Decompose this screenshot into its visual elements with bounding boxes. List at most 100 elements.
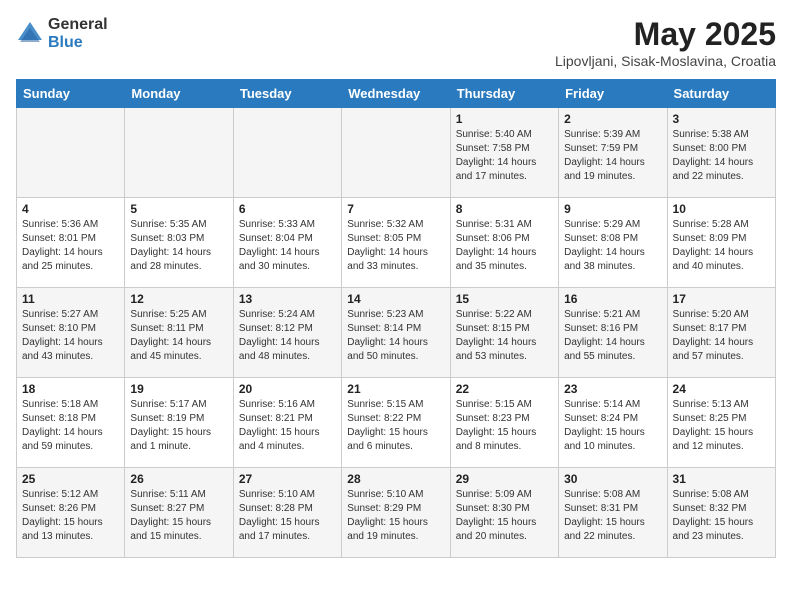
week-row-3: 11 Sunrise: 5:27 AM Sunset: 8:10 PM Dayli… — [17, 288, 776, 378]
day-number: 24 — [673, 382, 770, 396]
day-cell: 15 Sunrise: 5:22 AM Sunset: 8:15 PM Dayli… — [450, 288, 558, 378]
logo-icon — [16, 20, 44, 48]
day-number: 3 — [673, 112, 770, 126]
day-number: 29 — [456, 472, 553, 486]
day-number: 13 — [239, 292, 336, 306]
day-number: 28 — [347, 472, 444, 486]
day-info: Sunrise: 5:13 AM Sunset: 8:25 PM Dayligh… — [673, 398, 770, 454]
day-number: 14 — [347, 292, 444, 306]
day-info: Sunrise: 5:38 AM Sunset: 8:00 PM Dayligh… — [673, 128, 770, 184]
day-cell: 8 Sunrise: 5:31 AM Sunset: 8:06 PM Daylig… — [450, 198, 558, 288]
day-cell: 4 Sunrise: 5:36 AM Sunset: 8:01 PM Daylig… — [17, 198, 125, 288]
day-number: 10 — [673, 202, 770, 216]
day-info: Sunrise: 5:28 AM Sunset: 8:09 PM Dayligh… — [673, 218, 770, 274]
col-friday: Friday — [559, 80, 667, 108]
calendar-header: Sunday Monday Tuesday Wednesday Thursday… — [17, 80, 776, 108]
day-cell: 3 Sunrise: 5:38 AM Sunset: 8:00 PM Daylig… — [667, 108, 775, 198]
day-cell: 19 Sunrise: 5:17 AM Sunset: 8:19 PM Dayli… — [125, 378, 233, 468]
calendar-title: May 2025 — [555, 16, 776, 53]
week-row-5: 25Sunrise: 5:12 AM Sunset: 8:26 PM Dayli… — [17, 468, 776, 558]
calendar-body: 1 Sunrise: 5:40 AM Sunset: 7:58 PM Daylig… — [17, 108, 776, 558]
day-cell: 7Sunrise: 5:32 AM Sunset: 8:05 PM Daylig… — [342, 198, 450, 288]
day-number: 23 — [564, 382, 661, 396]
day-info: Sunrise: 5:21 AM Sunset: 8:16 PM Dayligh… — [564, 308, 661, 364]
day-number: 20 — [239, 382, 336, 396]
day-cell: 17Sunrise: 5:20 AM Sunset: 8:17 PM Dayli… — [667, 288, 775, 378]
day-cell: 23 Sunrise: 5:14 AM Sunset: 8:24 PM Dayli… — [559, 378, 667, 468]
col-monday: Monday — [125, 80, 233, 108]
day-number: 6 — [239, 202, 336, 216]
day-info: Sunrise: 5:40 AM Sunset: 7:58 PM Dayligh… — [456, 128, 553, 184]
day-info: Sunrise: 5:17 AM Sunset: 8:19 PM Dayligh… — [130, 398, 227, 454]
day-number: 11 — [22, 292, 119, 306]
day-info: Sunrise: 5:29 AM Sunset: 8:08 PM Dayligh… — [564, 218, 661, 274]
day-info: Sunrise: 5:27 AM Sunset: 8:10 PM Dayligh… — [22, 308, 119, 364]
day-number: 19 — [130, 382, 227, 396]
title-block: May 2025 Lipovljani, Sisak-Moslavina, Cr… — [555, 16, 776, 69]
day-number: 12 — [130, 292, 227, 306]
day-number: 21 — [347, 382, 444, 396]
day-info: Sunrise: 5:08 AM Sunset: 8:31 PM Dayligh… — [564, 488, 661, 544]
day-cell: 26 Sunrise: 5:11 AM Sunset: 8:27 PM Dayli… — [125, 468, 233, 558]
day-info: Sunrise: 5:23 AM Sunset: 8:14 PM Dayligh… — [347, 308, 444, 364]
day-cell: 6 Sunrise: 5:33 AM Sunset: 8:04 PM Daylig… — [233, 198, 341, 288]
day-cell: 18 Sunrise: 5:18 AM Sunset: 8:18 PM Dayli… — [17, 378, 125, 468]
day-number: 31 — [673, 472, 770, 486]
week-row-2: 4 Sunrise: 5:36 AM Sunset: 8:01 PM Daylig… — [17, 198, 776, 288]
day-number: 9 — [564, 202, 661, 216]
day-cell: 13Sunrise: 5:24 AM Sunset: 8:12 PM Dayli… — [233, 288, 341, 378]
day-cell: 14 Sunrise: 5:23 AM Sunset: 8:14 PM Dayli… — [342, 288, 450, 378]
day-number: 2 — [564, 112, 661, 126]
day-cell: 12 Sunrise: 5:25 AM Sunset: 8:11 PM Dayli… — [125, 288, 233, 378]
day-cell: 27Sunrise: 5:10 AM Sunset: 8:28 PM Dayli… — [233, 468, 341, 558]
day-cell: 24 Sunrise: 5:13 AM Sunset: 8:25 PM Dayli… — [667, 378, 775, 468]
day-cell: 30 Sunrise: 5:08 AM Sunset: 8:31 PM Dayli… — [559, 468, 667, 558]
day-info: Sunrise: 5:10 AM Sunset: 8:29 PM Dayligh… — [347, 488, 444, 544]
col-saturday: Saturday — [667, 80, 775, 108]
day-number: 22 — [456, 382, 553, 396]
day-number: 4 — [22, 202, 119, 216]
day-info: Sunrise: 5:33 AM Sunset: 8:04 PM Dayligh… — [239, 218, 336, 274]
day-info: Sunrise: 5:15 AM Sunset: 8:22 PM Dayligh… — [347, 398, 444, 454]
day-number: 30 — [564, 472, 661, 486]
day-info: Sunrise: 5:15 AM Sunset: 8:23 PM Dayligh… — [456, 398, 553, 454]
col-thursday: Thursday — [450, 80, 558, 108]
day-info: Sunrise: 5:32 AM Sunset: 8:05 PM Dayligh… — [347, 218, 444, 274]
day-number: 26 — [130, 472, 227, 486]
day-info: Sunrise: 5:18 AM Sunset: 8:18 PM Dayligh… — [22, 398, 119, 454]
day-info: Sunrise: 5:11 AM Sunset: 8:27 PM Dayligh… — [130, 488, 227, 544]
col-tuesday: Tuesday — [233, 80, 341, 108]
day-info: Sunrise: 5:25 AM Sunset: 8:11 PM Dayligh… — [130, 308, 227, 364]
day-cell: 28 Sunrise: 5:10 AM Sunset: 8:29 PM Dayli… — [342, 468, 450, 558]
day-info: Sunrise: 5:09 AM Sunset: 8:30 PM Dayligh… — [456, 488, 553, 544]
day-info: Sunrise: 5:12 AM Sunset: 8:26 PM Dayligh… — [22, 488, 119, 544]
col-wednesday: Wednesday — [342, 80, 450, 108]
day-cell: 2 Sunrise: 5:39 AM Sunset: 7:59 PM Daylig… — [559, 108, 667, 198]
day-number: 16 — [564, 292, 661, 306]
day-info: Sunrise: 5:31 AM Sunset: 8:06 PM Dayligh… — [456, 218, 553, 274]
week-row-4: 18 Sunrise: 5:18 AM Sunset: 8:18 PM Dayli… — [17, 378, 776, 468]
logo: General Blue — [16, 16, 108, 51]
day-info: Sunrise: 5:22 AM Sunset: 8:15 PM Dayligh… — [456, 308, 553, 364]
day-number: 1 — [456, 112, 553, 126]
day-number: 8 — [456, 202, 553, 216]
day-number: 18 — [22, 382, 119, 396]
day-cell: 31Sunrise: 5:08 AM Sunset: 8:32 PM Dayli… — [667, 468, 775, 558]
day-cell: 22 Sunrise: 5:15 AM Sunset: 8:23 PM Dayli… — [450, 378, 558, 468]
day-cell: 1 Sunrise: 5:40 AM Sunset: 7:58 PM Daylig… — [450, 108, 558, 198]
col-sunday: Sunday — [17, 80, 125, 108]
logo-blue: Blue — [48, 34, 108, 52]
day-info: Sunrise: 5:36 AM Sunset: 8:01 PM Dayligh… — [22, 218, 119, 274]
day-cell: 21 Sunrise: 5:15 AM Sunset: 8:22 PM Dayli… — [342, 378, 450, 468]
day-info: Sunrise: 5:39 AM Sunset: 7:59 PM Dayligh… — [564, 128, 661, 184]
logo-text: General Blue — [48, 16, 108, 51]
day-number: 17 — [673, 292, 770, 306]
day-info: Sunrise: 5:14 AM Sunset: 8:24 PM Dayligh… — [564, 398, 661, 454]
day-cell: 25Sunrise: 5:12 AM Sunset: 8:26 PM Dayli… — [17, 468, 125, 558]
day-cell: 5Sunrise: 5:35 AM Sunset: 8:03 PM Daylig… — [125, 198, 233, 288]
day-cell — [233, 108, 341, 198]
day-cell: 9 Sunrise: 5:29 AM Sunset: 8:08 PM Daylig… — [559, 198, 667, 288]
day-cell: 10 Sunrise: 5:28 AM Sunset: 8:09 PM Dayli… — [667, 198, 775, 288]
day-number: 15 — [456, 292, 553, 306]
header-row: Sunday Monday Tuesday Wednesday Thursday… — [17, 80, 776, 108]
